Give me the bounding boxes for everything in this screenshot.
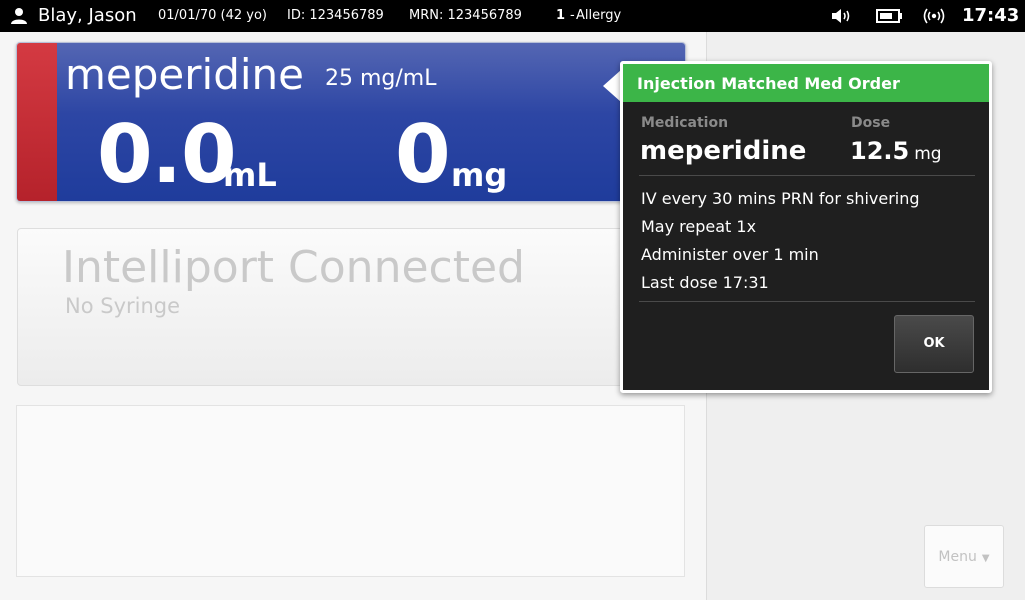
- patient-dob: 01/01/70 (42 yo): [158, 8, 267, 23]
- popup-header: Injection Matched Med Order: [623, 64, 989, 102]
- allergy-count[interactable]: 1: [556, 0, 565, 32]
- menu-button-label: Menu: [938, 549, 977, 565]
- order-instruction: May repeat 1x: [641, 217, 757, 236]
- dose-value: 12.5: [850, 137, 910, 165]
- volume-unit: mL: [223, 156, 277, 194]
- allergy-label[interactable]: Allergy: [576, 0, 621, 32]
- patient-id: ID: 123456789: [287, 8, 384, 23]
- empty-panel: [16, 405, 685, 577]
- dose-label: Dose: [851, 115, 891, 131]
- drug-concentration: 25 mg/mL: [325, 66, 437, 91]
- medication-value: meperidine: [640, 136, 807, 166]
- dose-mg-unit: mg: [451, 156, 508, 194]
- patient-name: Blay, Jason: [38, 5, 137, 26]
- intelliport-card: Intelliport Connected No Syringe: [17, 228, 687, 386]
- person-icon: [10, 0, 28, 32]
- battery-icon: [876, 0, 904, 32]
- popup-pointer: [603, 70, 621, 102]
- drug-card[interactable]: meperidine 25 mg/mL 0.0 mL 0 mg: [16, 42, 686, 202]
- caret-down-icon: ▼: [981, 553, 990, 564]
- drug-name: meperidine: [65, 50, 304, 99]
- volume-value: 0.0: [97, 108, 237, 201]
- dose-mg-value: 0: [395, 108, 451, 201]
- status-bar: Blay, Jason 01/01/70 (42 yo) ID: 1234567…: [0, 0, 1025, 32]
- popup-divider: [639, 175, 975, 176]
- patient-mrn: MRN: 123456789: [409, 8, 522, 23]
- menu-button[interactable]: Menu ▼: [924, 525, 1004, 588]
- wireless-signal-icon: [922, 0, 946, 32]
- dose-value-group: 12.5 mg: [850, 135, 942, 170]
- medication-label: Medication: [641, 115, 729, 131]
- dose-unit: mg: [914, 144, 942, 164]
- drug-card-body: meperidine 25 mg/mL 0.0 mL 0 mg: [57, 43, 685, 201]
- allergy-separator: -: [570, 8, 575, 23]
- intelliport-status-title: Intelliport Connected: [62, 242, 525, 293]
- order-instruction: IV every 30 mins PRN for shivering: [641, 189, 920, 208]
- drug-class-color-stripe: [17, 43, 57, 201]
- order-instruction: Last dose 17:31: [641, 273, 769, 292]
- order-instruction: Administer over 1 min: [641, 245, 819, 264]
- ok-button[interactable]: OK: [894, 315, 974, 373]
- med-order-popup: Injection Matched Med Order Medication D…: [620, 61, 992, 393]
- popup-divider: [639, 301, 975, 302]
- clock: 17:43: [962, 5, 1020, 26]
- speaker-icon[interactable]: [830, 0, 852, 32]
- intelliport-status-subtitle: No Syringe: [65, 294, 181, 318]
